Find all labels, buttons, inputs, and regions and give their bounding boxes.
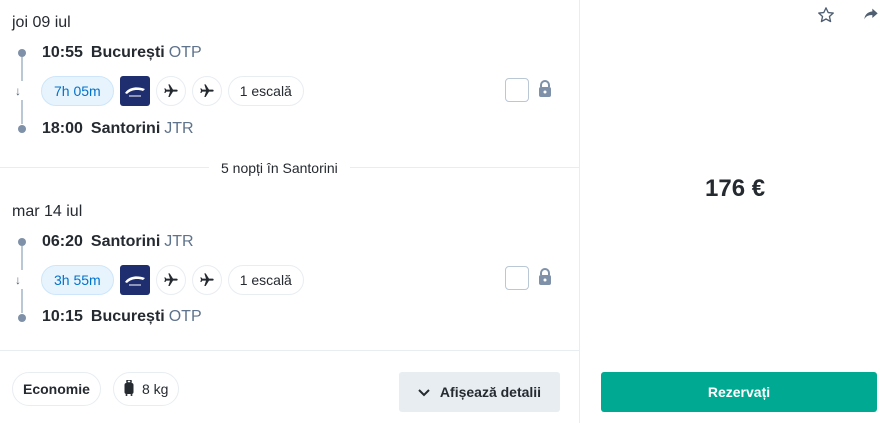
stops-badge: 1 escală <box>227 76 304 106</box>
divider <box>0 350 580 351</box>
arrival-time: 18:00 <box>42 120 83 137</box>
duration-badge: 3h 55m <box>41 265 114 295</box>
timeline-arrival-dot <box>18 314 26 322</box>
departure-airport-code: OTP <box>168 44 202 61</box>
select-flight-checkbox[interactable] <box>505 266 529 290</box>
departure-time: 10:55 <box>42 44 83 61</box>
arrival-city: Santorini <box>90 120 161 137</box>
itinerary-panel: joi 09 iul ↓ 10:55 București OTP 7h 05m 1 … <box>0 0 580 423</box>
outbound-arrival: 18:00 Santorini JTR <box>42 120 194 138</box>
share-icon[interactable] <box>863 6 879 27</box>
lock-icon <box>537 80 553 98</box>
plane-icon <box>191 76 222 106</box>
airline-logo <box>119 76 150 106</box>
inbound-departure: 06:20 Santorini JTR <box>42 233 194 251</box>
plane-icon <box>191 265 222 295</box>
outbound-badges: 7h 05m 1 escală <box>41 76 304 106</box>
baggage-weight: 8 kg <box>142 381 169 397</box>
inbound-date: mar 14 iul <box>12 203 83 220</box>
star-icon[interactable] <box>817 6 835 29</box>
airline-logo <box>119 265 150 295</box>
select-flight-checkbox[interactable] <box>505 78 529 102</box>
departure-city: Santorini <box>90 233 161 250</box>
duration-badge: 7h 05m <box>41 76 114 106</box>
departure-city: București <box>90 44 165 61</box>
outbound-date: joi 09 iul <box>12 14 71 31</box>
timeline-line <box>21 100 23 124</box>
baggage-badge: 8 kg <box>113 372 180 406</box>
departure-time: 06:20 <box>42 233 83 250</box>
inbound-badges: 3h 55m 1 escală <box>41 265 304 295</box>
fare-class-badge: Economie <box>12 372 101 406</box>
arrow-down-icon: ↓ <box>15 84 21 98</box>
stops-badge: 1 escală <box>227 265 304 295</box>
plane-icon <box>155 265 186 295</box>
chevron-down-icon <box>418 384 430 400</box>
timeline-arrival-dot <box>18 125 26 133</box>
show-details-button[interactable]: Afișează detalii <box>399 372 560 412</box>
plane-icon <box>155 76 186 106</box>
price-panel: 176 € Rezervați <box>581 0 887 423</box>
book-button[interactable]: Rezervați <box>601 372 877 412</box>
timeline-line <box>21 246 23 270</box>
arrival-airport-code: OTP <box>168 308 202 325</box>
outbound-departure: 10:55 București OTP <box>42 44 202 62</box>
inbound-arrival: 10:15 București OTP <box>42 308 202 326</box>
price: 176 € <box>705 175 766 202</box>
timeline-line <box>21 289 23 313</box>
arrival-airport-code: JTR <box>164 120 194 137</box>
timeline-line <box>21 57 23 81</box>
timeline-departure-dot <box>18 49 26 57</box>
departure-airport-code: JTR <box>164 233 194 250</box>
arrival-city: București <box>90 308 165 325</box>
arrival-time: 10:15 <box>42 308 83 325</box>
lock-icon <box>537 268 553 286</box>
cabin-bag-icon <box>124 378 134 399</box>
flight-result-card: joi 09 iul ↓ 10:55 București OTP 7h 05m 1 … <box>0 0 887 423</box>
show-details-label: Afișează detalii <box>439 384 542 400</box>
nights-label: 5 nopți în Santorini <box>209 158 350 178</box>
arrow-down-icon: ↓ <box>15 273 21 287</box>
timeline-departure-dot <box>18 238 26 246</box>
